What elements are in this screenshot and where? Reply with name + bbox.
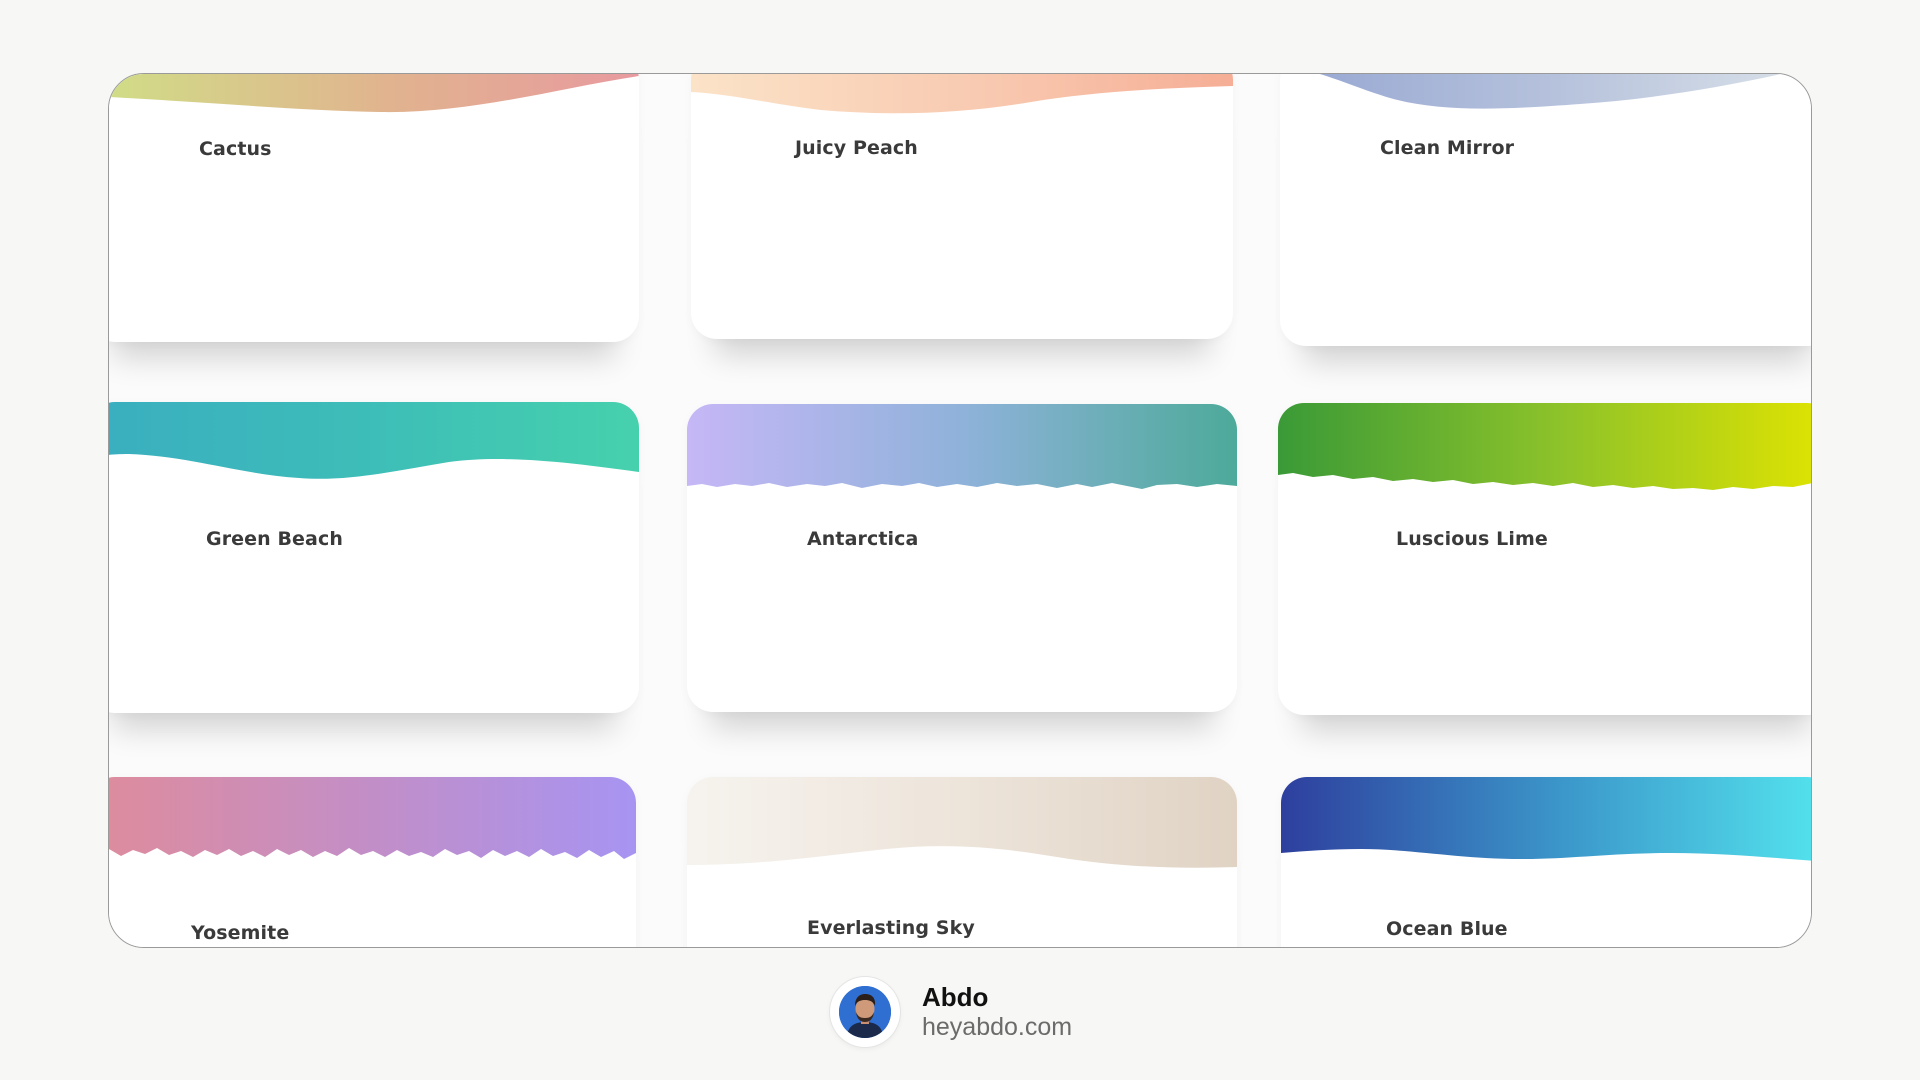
person-avatar-icon [839, 986, 891, 1038]
gradient-wave-ocean-blue [1281, 777, 1811, 861]
gradient-wave-antarctica [687, 404, 1237, 489]
gradient-name: Clean Mirror [1380, 137, 1515, 159]
gradient-card-juicy-peach[interactable]: Juicy Peach [691, 74, 1233, 339]
gradient-name: Ocean Blue [1386, 918, 1508, 940]
avatar [830, 977, 900, 1047]
author-website-link[interactable]: heyabdo.com [922, 1012, 1072, 1042]
gradient-name: Luscious Lime [1396, 528, 1548, 550]
gradient-name: Cactus [199, 138, 272, 160]
gradient-wave-green-beach [109, 402, 639, 479]
gradient-card-antarctica[interactable]: Antarctica [687, 404, 1237, 712]
gradient-wave-juicy-peach [691, 74, 1233, 114]
gradient-card-cactus[interactable]: Cactus [109, 74, 639, 342]
gradient-card-green-beach[interactable]: Green Beach [109, 402, 639, 713]
author-name: Abdo [922, 982, 989, 1012]
gradient-name: Green Beach [206, 528, 343, 550]
gradient-wave-clean-mirror [1319, 74, 1782, 109]
author-credit: Abdo heyabdo.com [830, 975, 1072, 1049]
gradient-wave-luscious-lime [1278, 403, 1811, 490]
gradient-wave-cactus [109, 74, 639, 113]
gradient-gallery-frame: Cactus Juicy Peach Clean Mirror Green Be… [108, 73, 1812, 948]
gradient-name: Antarctica [807, 528, 919, 550]
gradient-name: Yosemite [191, 922, 290, 944]
gradient-name: Juicy Peach [795, 137, 918, 159]
gradient-card-luscious-lime[interactable]: Luscious Lime [1278, 403, 1811, 715]
gradient-card-yosemite[interactable]: Yosemite [109, 777, 636, 947]
gradient-name: Everlasting Sky [807, 917, 975, 939]
gradient-card-ocean-blue[interactable]: Ocean Blue [1281, 777, 1811, 947]
author-text: Abdo heyabdo.com [922, 982, 1072, 1042]
gradient-card-everlasting-sky[interactable]: Everlasting Sky [687, 777, 1237, 947]
gradient-wave-yosemite [109, 777, 636, 859]
gradient-card-clean-mirror[interactable]: Clean Mirror [1280, 74, 1811, 346]
